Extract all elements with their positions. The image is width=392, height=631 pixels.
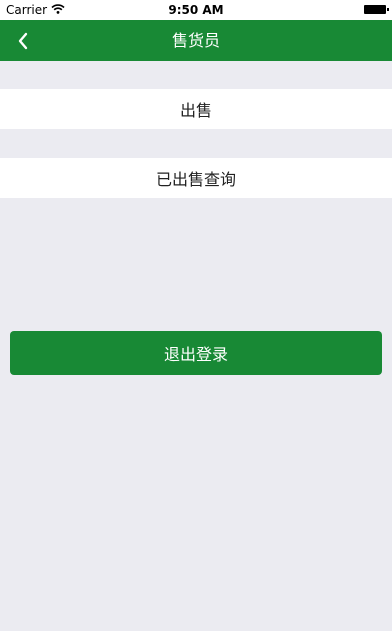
menu-item-label: 出售 (179, 101, 212, 120)
chevron-left-icon (18, 32, 28, 49)
logout-button[interactable]: 退出登录 (10, 331, 382, 375)
status-time: 9:50 AM (168, 3, 224, 17)
battery-icon (364, 5, 389, 14)
status-bar: Carrier 9:50 AM (0, 0, 392, 20)
menu-item-sell[interactable]: 出售 (0, 89, 392, 129)
nav-bar: 售货员 (0, 20, 392, 61)
menu-item-label: 已出售查询 (155, 170, 236, 189)
back-button[interactable] (8, 20, 38, 61)
logout-label: 退出登录 (163, 345, 228, 364)
menu-item-sold-query[interactable]: 已出售查询 (0, 158, 392, 198)
page-title: 售货员 (171, 31, 220, 50)
